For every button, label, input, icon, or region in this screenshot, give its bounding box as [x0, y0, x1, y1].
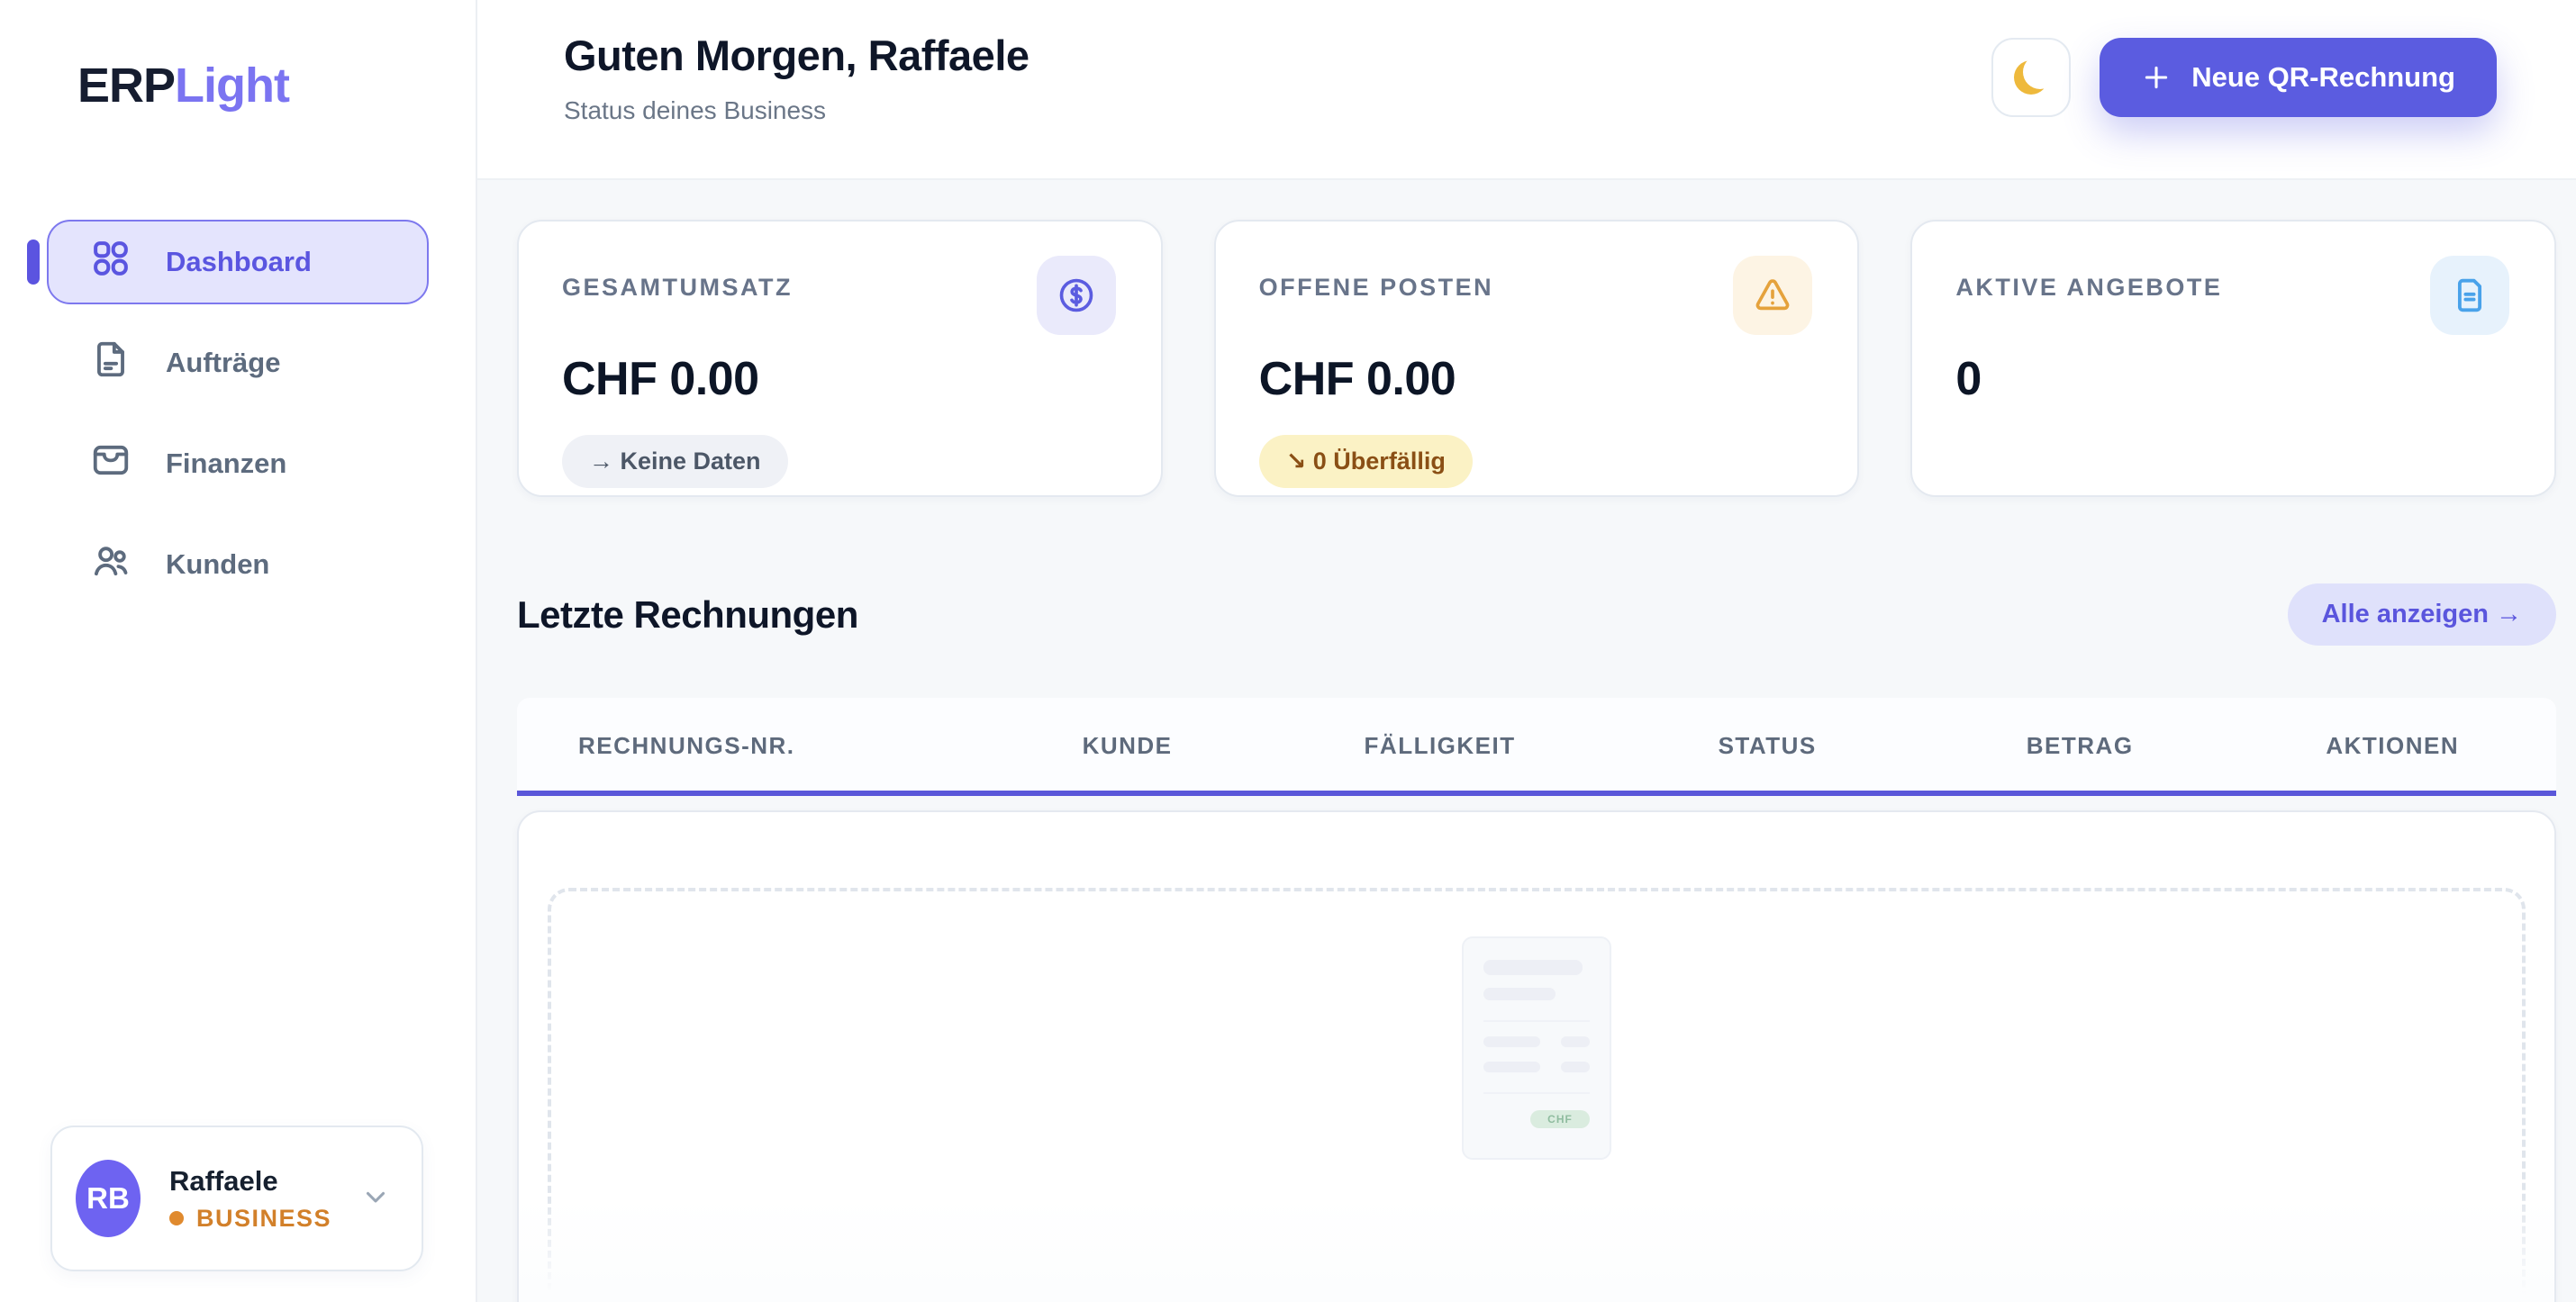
- placeholder-bar: [1561, 1062, 1590, 1072]
- theme-toggle-button[interactable]: [1991, 38, 2071, 117]
- sidebar-item-label: Aufträge: [166, 347, 280, 379]
- stat-label: AKTIVE ANGEBOTE: [1955, 274, 2511, 302]
- placeholder-row: [1483, 1036, 1590, 1047]
- warning-triangle-icon: [1733, 256, 1812, 335]
- column-aktionen: AKTIONEN: [2228, 732, 2556, 760]
- sidebar-item-label: Dashboard: [166, 246, 312, 278]
- logo-text-accent: Light: [175, 59, 289, 113]
- stat-value: CHF 0.00: [562, 352, 1118, 406]
- placeholder-bar: [1483, 988, 1556, 1000]
- invoices-empty-state: CHF: [548, 888, 2526, 1302]
- sidebar-item-auftraege[interactable]: Aufträge: [47, 321, 429, 405]
- topbar-titles: Guten Morgen, Raffaele Status deines Bus…: [564, 31, 1029, 178]
- stat-cards: GESAMTUMSATZ CHF 0.00 → Keine Daten OFFE…: [517, 220, 2556, 497]
- avatar: RB: [76, 1160, 141, 1237]
- user-meta: Raffaele BUSINESS: [169, 1165, 331, 1233]
- column-rechnungs-nr: RECHNUNGS-NR.: [517, 732, 978, 760]
- invoices-section-header: Letzte Rechnungen Alle anzeigen →: [517, 583, 2556, 646]
- stat-card-gesamtumsatz: GESAMTUMSATZ CHF 0.00 → Keine Daten: [517, 220, 1163, 497]
- column-status: STATUS: [1603, 732, 1931, 760]
- placeholder-chf-chip: CHF: [1530, 1110, 1590, 1128]
- plan-label: BUSINESS: [196, 1205, 331, 1233]
- page-subtitle: Status deines Business: [564, 96, 1029, 125]
- placeholder-bar: [1483, 960, 1583, 975]
- moon-icon: [2014, 60, 2048, 95]
- placeholder-divider: [1483, 1020, 1590, 1022]
- column-kunde: KUNDE: [978, 732, 1276, 760]
- stat-badge-keine-daten: → Keine Daten: [562, 435, 788, 488]
- placeholder-bar: [1561, 1036, 1590, 1047]
- plus-icon: [2141, 62, 2172, 93]
- user-profile-card[interactable]: RB Raffaele BUSINESS: [50, 1126, 423, 1271]
- topbar: Guten Morgen, Raffaele Status deines Bus…: [477, 0, 2576, 180]
- invoices-section-title: Letzte Rechnungen: [517, 593, 858, 637]
- invoices-table-body: CHF: [517, 810, 2556, 1302]
- user-name: Raffaele: [169, 1165, 331, 1198]
- page-title: Guten Morgen, Raffaele: [564, 31, 1029, 80]
- column-betrag: BETRAG: [1931, 732, 2229, 760]
- placeholder-bar: [1483, 1036, 1540, 1047]
- user-plan-badge: BUSINESS: [169, 1205, 331, 1233]
- new-qr-invoice-button[interactable]: Neue QR-Rechnung: [2100, 38, 2497, 117]
- chevron-down-icon[interactable]: [360, 1181, 391, 1216]
- stat-value: CHF 0.00: [1259, 352, 1815, 406]
- stat-value: 0: [1955, 352, 2511, 406]
- sidebar-item-kunden[interactable]: Kunden: [47, 522, 429, 607]
- wallet-icon: [90, 439, 132, 488]
- sidebar: ERPLight Dashboard: [0, 0, 477, 1302]
- column-faelligkeit: FÄLLIGKEIT: [1276, 732, 1604, 760]
- invoices-table-header: RECHNUNGS-NR. KUNDE FÄLLIGKEIT STATUS BE…: [517, 698, 2556, 796]
- app-root: ERPLight Dashboard: [0, 0, 2576, 1302]
- document-icon: [90, 339, 132, 387]
- placeholder-row: [1483, 1062, 1590, 1072]
- new-qr-invoice-label: Neue QR-Rechnung: [2191, 61, 2455, 94]
- app-logo: ERPLight: [0, 0, 476, 113]
- topbar-actions: Neue QR-Rechnung: [1991, 31, 2497, 178]
- placeholder-bar: [1483, 1062, 1540, 1072]
- invoice-placeholder-illustration: CHF: [1462, 936, 1611, 1160]
- stat-card-aktive-angebote: AKTIVE ANGEBOTE 0: [1910, 220, 2556, 497]
- dashboard-content: GESAMTUMSATZ CHF 0.00 → Keine Daten OFFE…: [477, 180, 2576, 1302]
- placeholder-divider: [1483, 1092, 1590, 1094]
- stat-label: GESAMTUMSATZ: [562, 274, 1118, 302]
- sidebar-nav: Dashboard Aufträge: [0, 220, 476, 607]
- sidebar-item-label: Kunden: [166, 548, 269, 581]
- main-area: Guten Morgen, Raffaele Status deines Bus…: [477, 0, 2576, 1302]
- stat-label: OFFENE POSTEN: [1259, 274, 1815, 302]
- sidebar-item-dashboard[interactable]: Dashboard: [47, 220, 429, 304]
- stat-card-offene-posten: OFFENE POSTEN CHF 0.00 ↘ 0 Überfällig: [1214, 220, 1860, 497]
- quote-document-icon: [2430, 256, 2509, 335]
- view-all-button[interactable]: Alle anzeigen →: [2288, 583, 2556, 646]
- stat-badge-ueberfaellig: ↘ 0 Überfällig: [1259, 435, 1473, 488]
- sidebar-item-label: Finanzen: [166, 448, 286, 480]
- users-icon: [90, 540, 132, 589]
- logo-text-primary: ERP: [77, 59, 175, 113]
- dollar-circle-icon: [1037, 256, 1116, 335]
- grid-icon: [90, 238, 132, 286]
- plan-status-dot: [169, 1211, 184, 1225]
- sidebar-item-finanzen[interactable]: Finanzen: [47, 421, 429, 506]
